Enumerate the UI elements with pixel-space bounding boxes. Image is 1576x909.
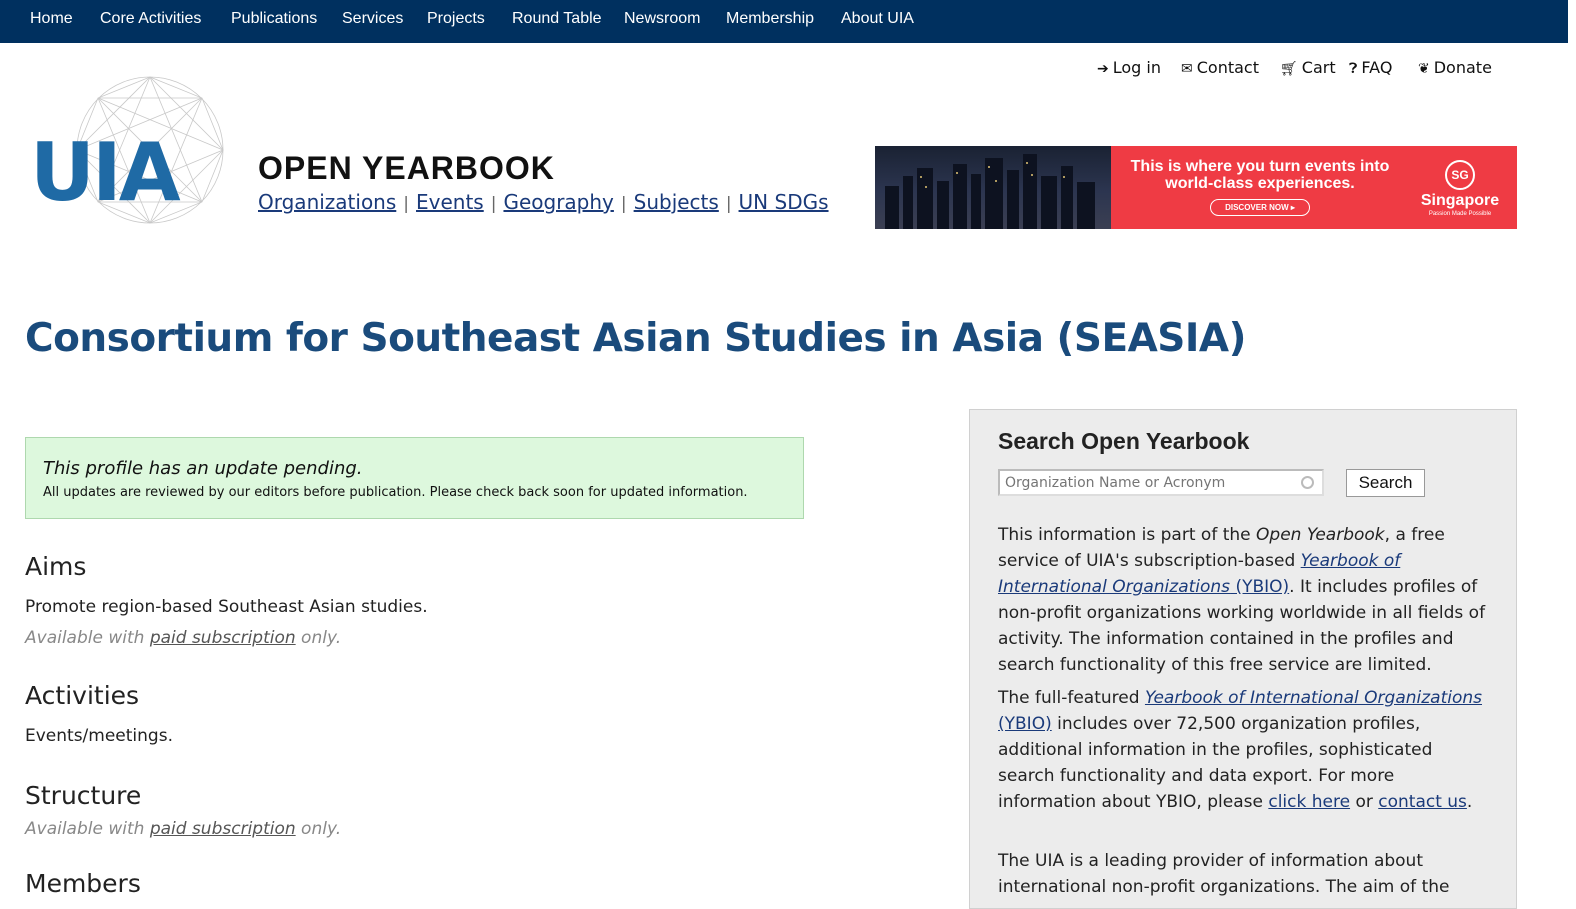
- open-yearbook-links: Organizations | Events | Geography | Subjects |…: [258, 190, 829, 214]
- page-title: Consortium for Southeast Asian Studies i…: [25, 316, 1246, 361]
- separator: |: [620, 194, 627, 214]
- paid-subscription-link[interactable]: paid subscription: [150, 819, 296, 839]
- notice-heading: This profile has an update pending.: [43, 458, 363, 479]
- aims-text: Promote region-based Southeast Asian stu…: [25, 597, 428, 617]
- question-circle-icon: ❓︎: [1349, 61, 1358, 77]
- contact-label: Contact: [1196, 58, 1259, 77]
- leaf-icon: ❦: [1418, 61, 1430, 77]
- sidebar-heading: Search Open Yearbook: [998, 428, 1250, 454]
- structure-paid-note: Available with paid subscription only.: [25, 819, 341, 839]
- cart-label: Cart: [1301, 58, 1336, 77]
- ybio-link-title: Yearbook of International Organizations: [1144, 688, 1482, 708]
- ybio-link-abbr: (YBIO): [998, 714, 1052, 734]
- separator: |: [725, 194, 732, 214]
- click-here-link[interactable]: click here: [1268, 792, 1350, 812]
- ybio-link-abbr: (YBIO): [1230, 577, 1290, 597]
- nav-item-services[interactable]: Services: [342, 10, 403, 28]
- contact-us-link[interactable]: contact us: [1378, 792, 1467, 812]
- separator: |: [490, 194, 497, 214]
- login-label: Log in: [1112, 58, 1161, 77]
- cart-icon: 🛒︎: [1280, 61, 1298, 77]
- uia-logo-text[interactable]: UIA: [30, 128, 181, 218]
- login-link[interactable]: ➔ Log in: [1097, 58, 1161, 77]
- singapore-ad-banner[interactable]: This is where you turn events into world…: [875, 146, 1517, 229]
- nav-item-round-table[interactable]: Round Table: [512, 10, 602, 28]
- structure-heading: Structure: [25, 781, 142, 810]
- aims-heading: Aims: [25, 552, 87, 581]
- link-un-sdgs[interactable]: UN SDGs: [739, 190, 829, 214]
- paid-subscription-link[interactable]: paid subscription: [150, 628, 296, 648]
- search-button[interactable]: Search: [1346, 469, 1425, 497]
- link-subjects[interactable]: Subjects: [634, 190, 719, 214]
- text: .: [1466, 792, 1473, 812]
- cart-link[interactable]: 🛒︎ Cart: [1280, 58, 1336, 77]
- sidebar-paragraph-3: The UIA is a leading provider of informa…: [998, 851, 1450, 897]
- sidebar-paragraph-2: The full-featured Yearbook of Internatio…: [998, 685, 1494, 815]
- donate-link[interactable]: ❦ Donate: [1418, 58, 1492, 77]
- search-sidebar: Search Open Yearbook Search This informa…: [969, 409, 1517, 909]
- banner-tagline: This is where you turn events into world…: [1130, 158, 1390, 192]
- link-events[interactable]: Events: [416, 190, 484, 214]
- nav-item-home[interactable]: Home: [30, 10, 73, 28]
- top-nav-bar: Home Core Activities Publications Servic…: [0, 0, 1568, 43]
- nav-item-core-activities[interactable]: Core Activities: [100, 10, 201, 28]
- paid-suffix: only.: [295, 628, 342, 648]
- members-heading: Members: [25, 869, 141, 898]
- link-geography[interactable]: Geography: [503, 190, 613, 214]
- envelope-icon: ✉: [1181, 61, 1193, 77]
- singapore-logo: SG Singapore Passion Made Possible: [1415, 160, 1505, 218]
- singapore-brand: Singapore: [1420, 192, 1500, 209]
- nav-item-projects[interactable]: Projects: [427, 10, 485, 28]
- activities-heading: Activities: [25, 681, 140, 710]
- sidebar-paragraph-1: This information is part of the Open Yea…: [998, 522, 1494, 678]
- sign-in-icon: ➔: [1097, 61, 1109, 77]
- discover-now-button[interactable]: DISCOVER NOW ▸: [1210, 199, 1310, 216]
- text: The full-featured: [998, 688, 1145, 708]
- donate-label: Donate: [1433, 58, 1492, 77]
- faq-label: FAQ: [1361, 58, 1393, 77]
- activities-text: Events/meetings.: [25, 726, 173, 746]
- clear-search-icon[interactable]: [1301, 476, 1314, 489]
- open-yearbook-title: OPEN YEARBOOK: [258, 150, 555, 186]
- text: This information is part of the: [998, 525, 1257, 545]
- notice-body: All updates are reviewed by our editors …: [43, 485, 748, 500]
- sg-mark: SG: [1445, 160, 1475, 190]
- link-organizations[interactable]: Organizations: [258, 190, 396, 214]
- separator: |: [403, 194, 410, 214]
- nav-item-membership[interactable]: Membership: [726, 10, 814, 28]
- aims-paid-note: Available with paid subscription only.: [25, 628, 341, 648]
- singapore-tagline: Passion Made Possible: [1428, 211, 1492, 217]
- update-pending-notice: This profile has an update pending. All …: [25, 437, 804, 519]
- text: or: [1350, 792, 1379, 812]
- paid-prefix: Available with: [25, 819, 150, 839]
- nav-item-about-uia[interactable]: About UIA: [841, 10, 914, 28]
- organization-search-input[interactable]: [998, 469, 1324, 496]
- city-skyline-image: [875, 146, 1111, 229]
- open-yearbook-em: Open Yearbook: [1256, 525, 1385, 545]
- contact-link[interactable]: ✉ Contact: [1181, 58, 1259, 77]
- faq-link[interactable]: ❓︎ FAQ: [1349, 58, 1392, 77]
- nav-item-publications[interactable]: Publications: [231, 10, 317, 28]
- paid-suffix: only.: [295, 819, 342, 839]
- paid-prefix: Available with: [25, 628, 150, 648]
- nav-item-newsroom[interactable]: Newsroom: [624, 10, 700, 28]
